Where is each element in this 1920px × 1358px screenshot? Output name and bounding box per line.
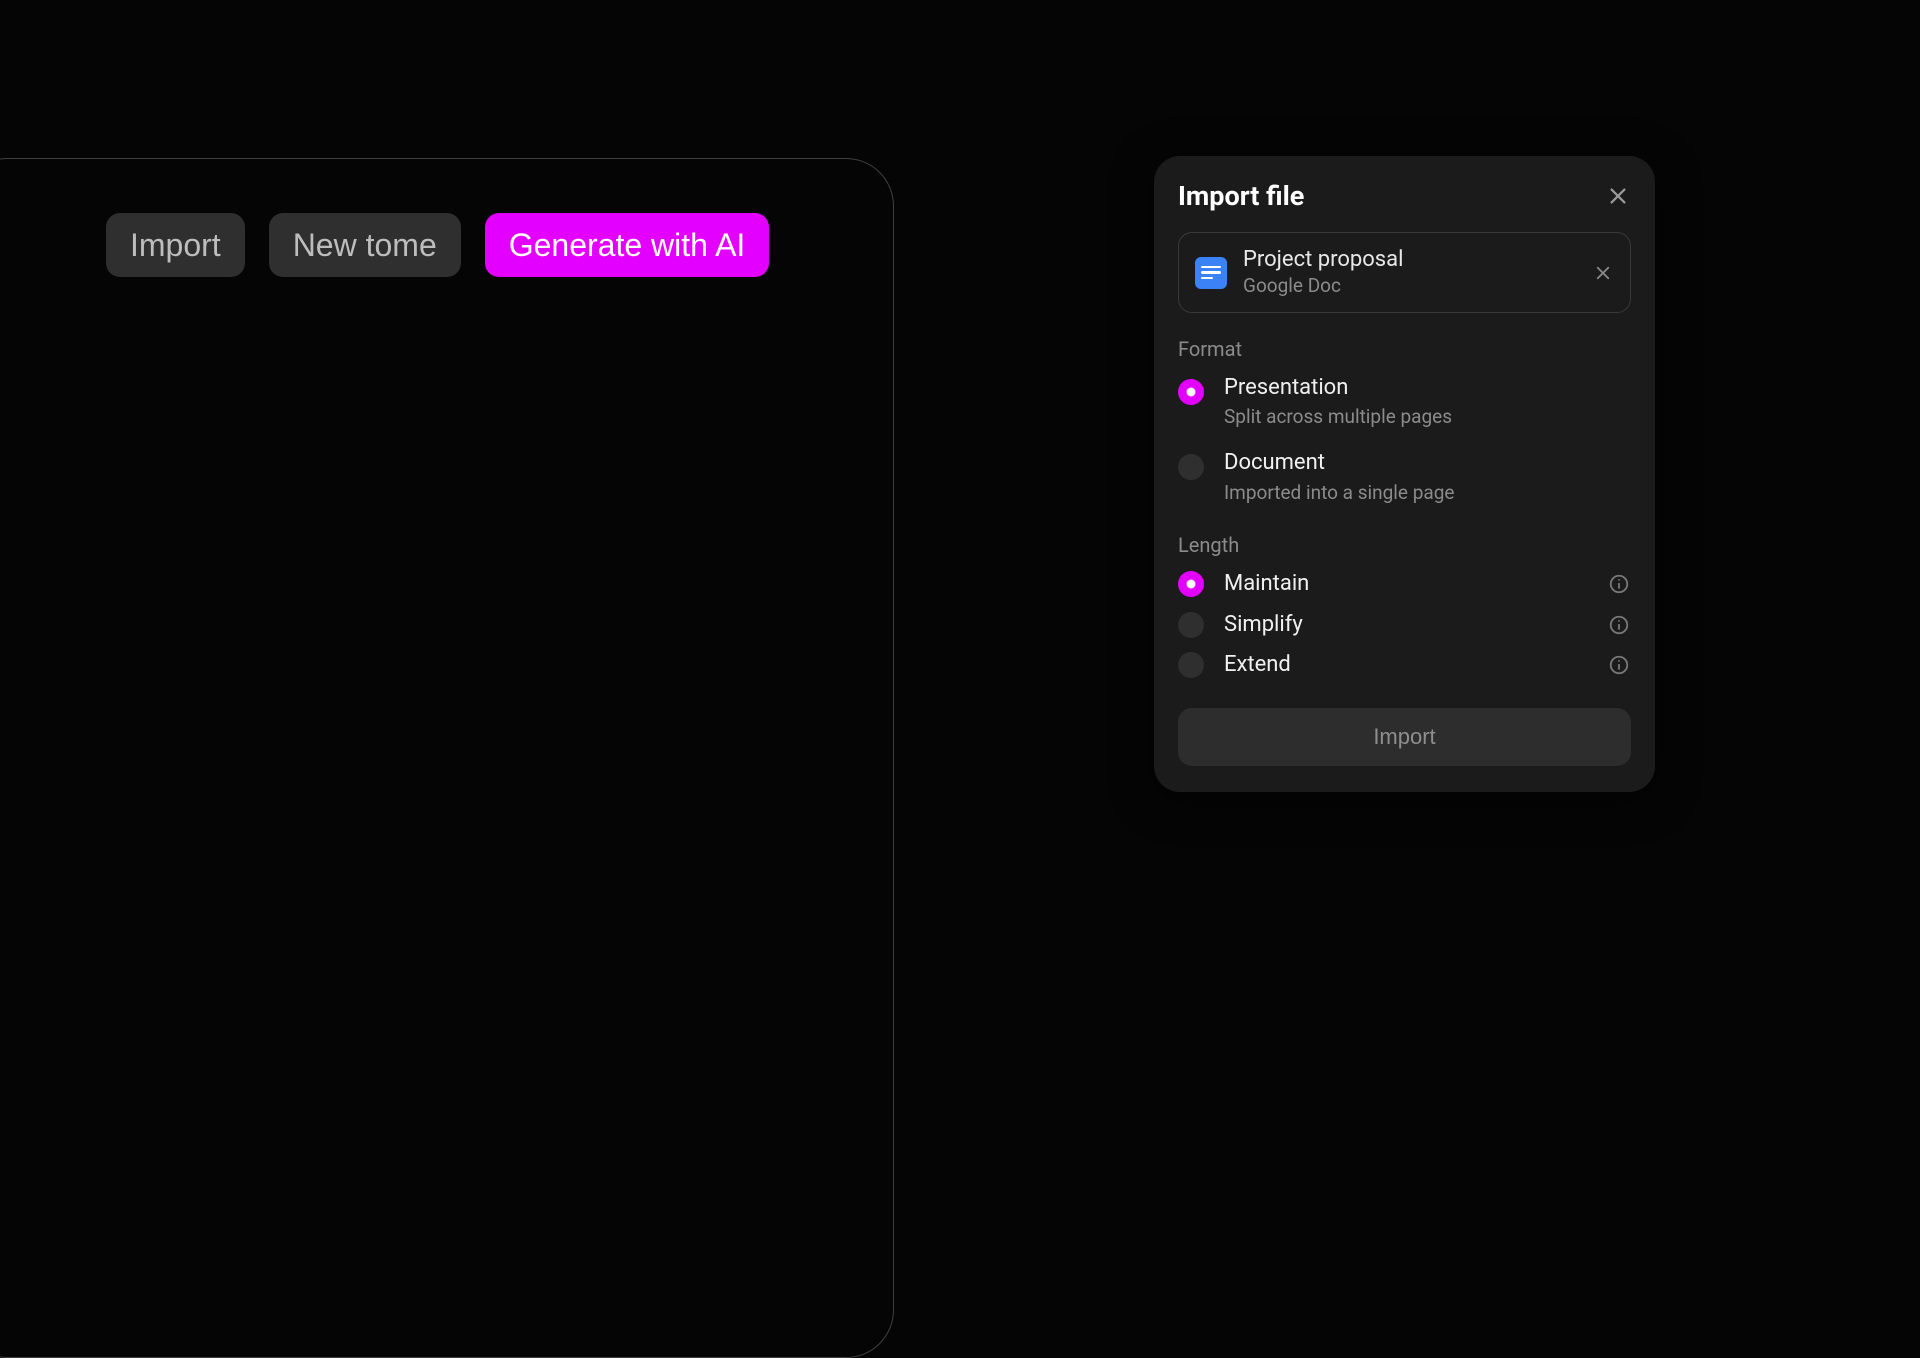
radio-desc: Imported into a single page bbox=[1224, 481, 1631, 506]
radio-text: Maintain bbox=[1224, 571, 1587, 597]
length-option-maintain[interactable]: Maintain bbox=[1178, 571, 1631, 597]
import-file-dialog: Import file Project proposal Google Doc … bbox=[1154, 156, 1655, 792]
import-button[interactable]: Import bbox=[106, 213, 245, 277]
toolbar: Import New tome Generate with AI bbox=[106, 213, 769, 277]
length-radio-group: Maintain Simplify Extend bbox=[1178, 571, 1631, 678]
remove-file-icon[interactable] bbox=[1592, 262, 1614, 284]
selected-file-chip: Project proposal Google Doc bbox=[1178, 232, 1631, 313]
dialog-header: Import file bbox=[1178, 180, 1631, 212]
format-option-presentation[interactable]: Presentation Split across multiple pages bbox=[1178, 375, 1631, 430]
dialog-title: Import file bbox=[1178, 180, 1304, 212]
file-type: Google Doc bbox=[1243, 274, 1576, 298]
radio-title: Simplify bbox=[1224, 612, 1587, 638]
file-meta: Project proposal Google Doc bbox=[1243, 247, 1576, 298]
info-icon[interactable] bbox=[1607, 653, 1631, 677]
radio-title: Maintain bbox=[1224, 571, 1587, 597]
generate-with-ai-button[interactable]: Generate with AI bbox=[485, 213, 770, 277]
google-doc-icon bbox=[1195, 257, 1227, 289]
radio-text: Extend bbox=[1224, 652, 1587, 678]
radio-desc: Split across multiple pages bbox=[1224, 405, 1631, 430]
radio-indicator bbox=[1178, 652, 1204, 678]
format-radio-group: Presentation Split across multiple pages… bbox=[1178, 375, 1631, 505]
radio-indicator bbox=[1178, 571, 1204, 597]
format-section-label: Format bbox=[1178, 337, 1631, 361]
radio-title: Presentation bbox=[1224, 375, 1631, 401]
radio-title: Extend bbox=[1224, 652, 1587, 678]
length-section-label: Length bbox=[1178, 533, 1631, 557]
main-card: Import New tome Generate with AI bbox=[0, 158, 894, 1358]
close-icon[interactable] bbox=[1605, 183, 1631, 209]
info-icon[interactable] bbox=[1607, 613, 1631, 637]
radio-indicator bbox=[1178, 454, 1204, 480]
info-icon[interactable] bbox=[1607, 572, 1631, 596]
dialog-import-button[interactable]: Import bbox=[1178, 708, 1631, 766]
file-name: Project proposal bbox=[1243, 247, 1576, 272]
radio-indicator bbox=[1178, 379, 1204, 405]
radio-indicator bbox=[1178, 612, 1204, 638]
radio-text: Document Imported into a single page bbox=[1224, 450, 1631, 505]
format-option-document[interactable]: Document Imported into a single page bbox=[1178, 450, 1631, 505]
new-tome-button[interactable]: New tome bbox=[269, 213, 461, 277]
radio-text: Simplify bbox=[1224, 612, 1587, 638]
length-option-simplify[interactable]: Simplify bbox=[1178, 612, 1631, 638]
radio-text: Presentation Split across multiple pages bbox=[1224, 375, 1631, 430]
length-option-extend[interactable]: Extend bbox=[1178, 652, 1631, 678]
radio-title: Document bbox=[1224, 450, 1631, 476]
